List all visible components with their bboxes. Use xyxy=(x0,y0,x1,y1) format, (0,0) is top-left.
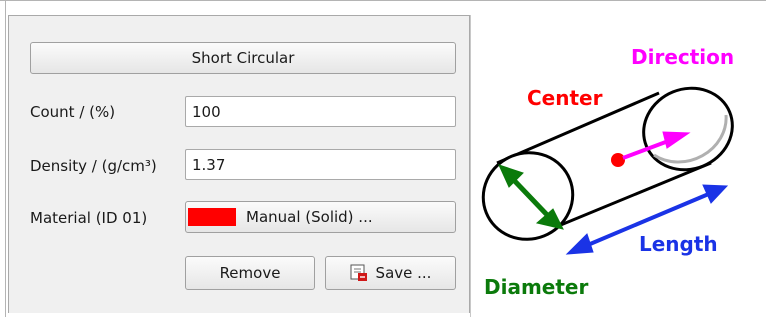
window-frame: Short Circular Count / (%) 100 Density /… xyxy=(0,0,766,317)
cylinder-diagram: Center Direction Length Diameter xyxy=(481,45,734,299)
material-color-swatch xyxy=(188,208,236,226)
cylinder-diagram-panel: Center Direction Length Diameter xyxy=(471,15,766,317)
material-label: Material (ID 01) xyxy=(30,209,148,227)
direction-label: Direction xyxy=(631,45,734,69)
outer-border xyxy=(0,1,6,317)
material-button-label: Manual (Solid) ... xyxy=(246,208,373,226)
density-label: Density / (g/cm³) xyxy=(30,157,157,175)
direction-arrow xyxy=(622,131,691,160)
length-label: Length xyxy=(639,232,718,256)
count-field[interactable]: 100 xyxy=(185,96,456,127)
count-label: Count / (%) xyxy=(30,103,116,121)
parameters-panel: Short Circular Count / (%) 100 Density /… xyxy=(8,15,470,313)
density-field[interactable]: 1.37 xyxy=(185,149,456,180)
density-value: 1.37 xyxy=(192,155,226,174)
shape-type-button[interactable]: Short Circular xyxy=(30,42,456,74)
center-label: Center xyxy=(527,86,603,110)
material-button[interactable]: Manual (Solid) ... xyxy=(185,201,456,233)
save-icon xyxy=(350,264,368,282)
center-point xyxy=(611,153,625,167)
diameter-label: Diameter xyxy=(484,275,588,299)
save-button-label: Save ... xyxy=(375,264,432,282)
remove-button[interactable]: Remove xyxy=(185,256,315,290)
count-value: 100 xyxy=(192,102,221,121)
cylinder-back-end xyxy=(642,86,734,172)
cylinder-bottom-edge xyxy=(550,161,712,231)
save-button[interactable]: Save ... xyxy=(325,256,456,290)
